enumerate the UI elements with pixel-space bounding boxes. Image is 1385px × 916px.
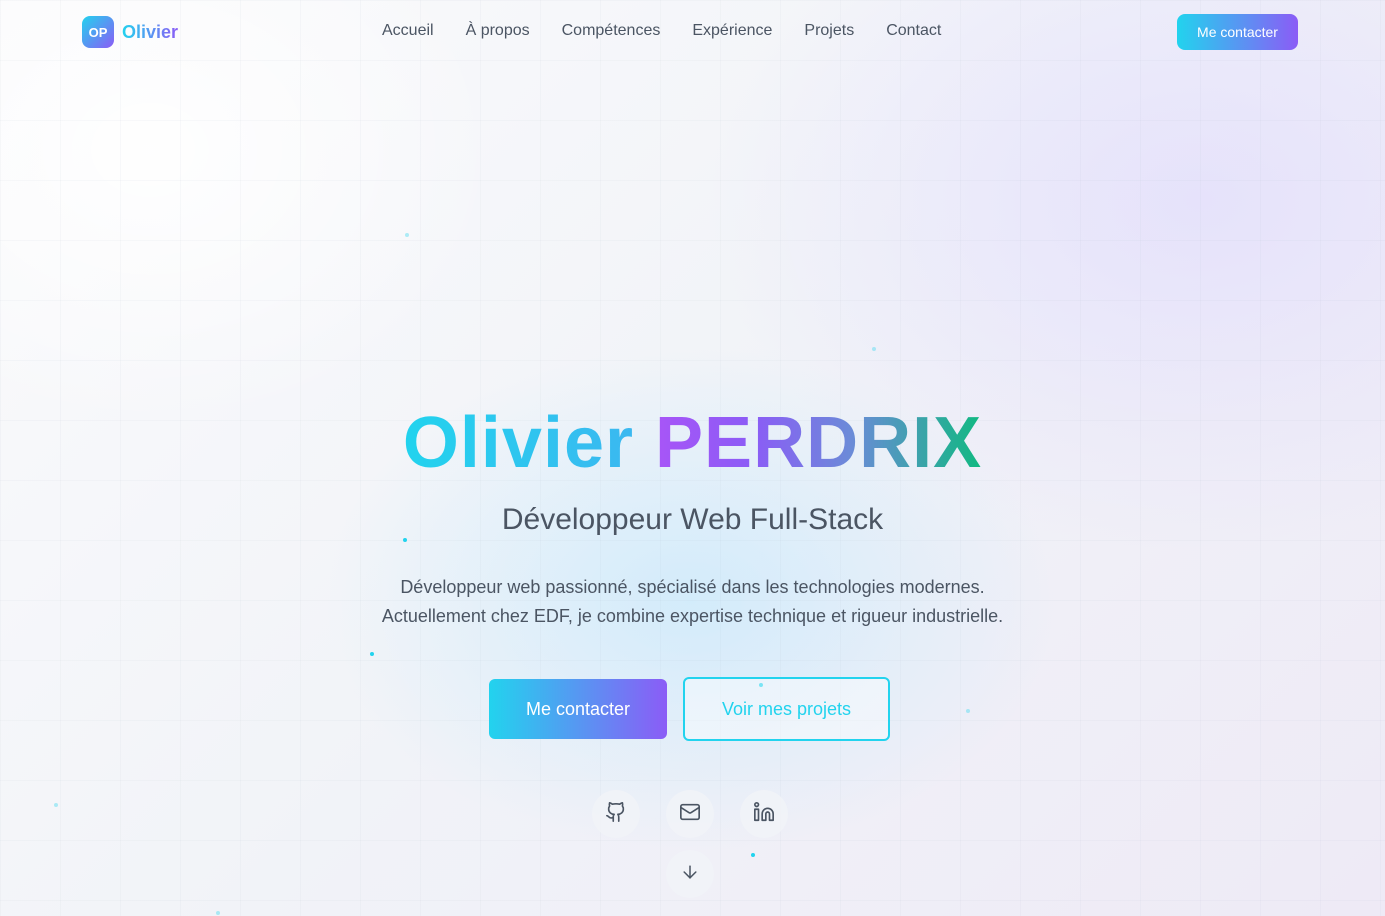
logo[interactable]: OP Olivier [82, 16, 178, 48]
hero-last-name: PERDRIX [655, 403, 983, 483]
hero-subtitle: Développeur Web Full-Stack [501, 503, 884, 536]
email-link[interactable] [666, 790, 714, 838]
github-icon [605, 801, 627, 828]
hero-description-line: Développeur web passionné, spécialisé da… [400, 577, 985, 597]
nav-item-accueil[interactable]: Accueil [382, 22, 434, 40]
arrow-down-icon [680, 862, 700, 887]
mail-icon [679, 801, 701, 828]
particle [405, 233, 409, 237]
nav-item-competences[interactable]: Compétences [562, 22, 661, 40]
nav-item-contact[interactable]: Contact [886, 22, 941, 40]
particle [872, 347, 876, 351]
particle [216, 911, 220, 915]
github-link[interactable] [592, 790, 640, 838]
hero-first-name: Olivier [402, 403, 635, 483]
hero-description-line: Actuellement chez EDF, je combine expert… [381, 606, 1004, 626]
nav-item-a-propos[interactable]: À propos [466, 22, 530, 40]
site-header: OP Olivier Accueil À propos Compétences … [0, 0, 1385, 64]
view-projects-button[interactable]: Voir mes projets [683, 677, 890, 741]
nav-item-projets[interactable]: Projets [804, 22, 854, 40]
main-nav: Accueil À propos Compétences Expérience … [382, 22, 941, 40]
hero-title: Olivier PERDRIX [0, 402, 1385, 484]
particle [966, 709, 970, 713]
contact-button[interactable]: Me contacter [489, 679, 667, 739]
particle [403, 538, 407, 542]
particle [751, 853, 755, 857]
header-contact-button[interactable]: Me contacter [1177, 14, 1298, 50]
linkedin-icon [753, 801, 775, 828]
nav-item-experience[interactable]: Expérience [692, 22, 772, 40]
hero-description: Développeur web passionné, spécialisé da… [0, 573, 1385, 631]
logo-badge: OP [82, 16, 114, 48]
scroll-down-button[interactable] [666, 850, 714, 898]
particle [370, 652, 374, 656]
linkedin-link[interactable] [740, 790, 788, 838]
logo-text: Olivier [122, 21, 179, 42]
particle [54, 803, 58, 807]
